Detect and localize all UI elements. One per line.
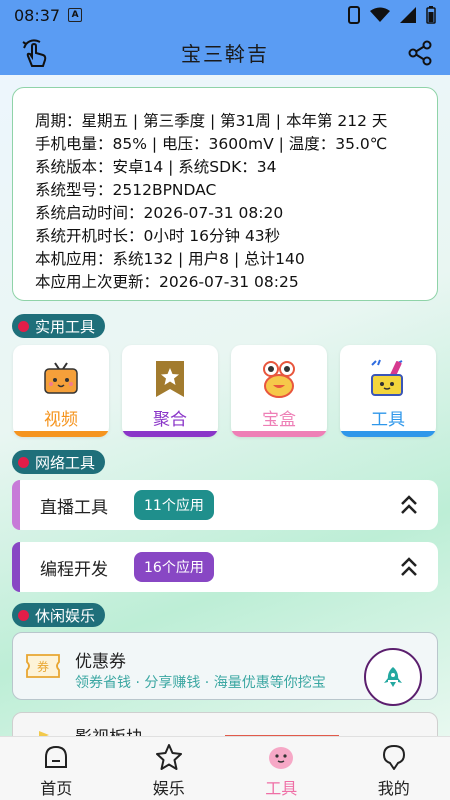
nav-label: 我的 — [377, 779, 410, 798]
tool-aggregate[interactable]: 聚合 — [122, 345, 218, 437]
info-boot-time: 系统启动时间：2026-07-31 08:20 — [35, 204, 284, 222]
nav-tools[interactable]: 工具 — [225, 737, 338, 800]
info-last-update: 本应用上次更新：2026-07-31 08:25 — [35, 273, 299, 291]
status-time: 08:37 — [14, 5, 61, 25]
floating-rocket-button[interactable] — [364, 648, 422, 706]
signal-icon — [400, 7, 416, 23]
coupon-icon-text: 券 — [37, 659, 49, 674]
share-icon[interactable] — [406, 39, 434, 67]
nav-label: 娱乐 — [152, 779, 185, 798]
tool-accent-bar — [231, 431, 327, 437]
nav-profile[interactable]: 我的 — [338, 737, 450, 800]
info-cycle: 周期：星期五 | 第三季度 | 第31周 | 本年第 212 天 — [35, 112, 388, 130]
tool-tools[interactable]: 工具 — [340, 345, 436, 437]
status-bar: 08:37 A — [0, 0, 450, 30]
section-label: 实用工具 — [35, 317, 96, 336]
tools-face-icon — [269, 747, 294, 769]
info-apps: 本机应用：系统132 | 用户8 | 总计140 — [35, 250, 305, 268]
bookmark-star-icon — [156, 361, 184, 397]
tool-label: 聚合 — [153, 410, 187, 430]
section-label: 网络工具 — [35, 453, 96, 472]
tool-accent-bar — [122, 431, 218, 437]
row-accent — [12, 480, 20, 530]
tool-label: 视频 — [44, 410, 78, 430]
coupon-subtitle: 领券省钱 · 分享赚钱 · 海量优惠等你挖宝 — [75, 675, 326, 691]
info-system-version: 系统版本：安卓14 | 系统SDK：34 — [35, 158, 277, 176]
nav-label: 工具 — [265, 779, 298, 798]
nav-label: 首页 — [40, 779, 73, 798]
app-header: 宝三斡吉 — [0, 30, 450, 75]
info-model: 系统型号：2512BPNDAC — [35, 181, 217, 199]
nav-home[interactable]: 首页 — [0, 737, 113, 800]
section-leisure: 休闲娱乐 — [12, 603, 106, 627]
network-row-live-tools[interactable]: 直播工具 11个应用 — [12, 480, 438, 530]
tool-accent-bar — [340, 431, 436, 437]
page-title: 宝三斡吉 — [181, 42, 269, 66]
info-uptime: 系统开机时长：0小时 16分钟 43秒 — [35, 227, 281, 245]
vibrate-icon — [348, 6, 360, 24]
coupon-ticket-icon: 券 — [26, 654, 60, 678]
notification-icon: A — [68, 8, 83, 22]
bottom-navigation: 首页 娱乐 工具 我的 — [0, 736, 450, 800]
coupon-title: 优惠券 — [75, 652, 126, 672]
tool-accent-bar — [13, 431, 109, 437]
row-name: 编程开发 — [40, 559, 108, 580]
profile-icon — [382, 745, 405, 770]
battery-icon — [426, 6, 436, 24]
section-practical-tools: 实用工具 — [12, 314, 106, 338]
star-icon — [155, 744, 182, 770]
tv-icon — [44, 362, 78, 394]
home-icon — [45, 745, 68, 768]
toolbox-icon — [371, 359, 403, 396]
network-row-programming[interactable]: 编程开发 16个应用 — [12, 542, 438, 592]
row-accent — [12, 542, 20, 592]
tool-label: 宝盒 — [262, 410, 296, 430]
app-count-badge: 11个应用 — [134, 490, 214, 520]
tool-label: 工具 — [371, 410, 405, 430]
wifi-icon — [370, 7, 390, 22]
nav-entertainment[interactable]: 娱乐 — [113, 737, 226, 800]
section-network-tools: 网络工具 — [12, 450, 106, 474]
tool-video[interactable]: 视频 — [13, 345, 109, 437]
rocket-icon — [384, 667, 402, 687]
section-dot — [18, 456, 29, 468]
tool-treasure-box[interactable]: 宝盒 — [231, 345, 327, 437]
row-name: 直播工具 — [40, 497, 108, 518]
frog-icon — [263, 361, 295, 398]
section-label: 休闲娱乐 — [35, 606, 96, 625]
touch-hand-icon[interactable] — [18, 36, 52, 70]
chevron-double-up-icon[interactable] — [400, 494, 418, 516]
info-battery: 手机电量：85% | 电压：3600mV | 温度：35.0℃ — [35, 135, 388, 153]
device-info-card: 周期：星期五 | 第三季度 | 第31周 | 本年第 212 天 手机电量：85… — [12, 87, 438, 301]
section-dot — [18, 320, 29, 332]
app-count-badge: 16个应用 — [134, 552, 214, 582]
section-dot — [18, 609, 29, 621]
chevron-double-up-icon[interactable] — [400, 556, 418, 578]
